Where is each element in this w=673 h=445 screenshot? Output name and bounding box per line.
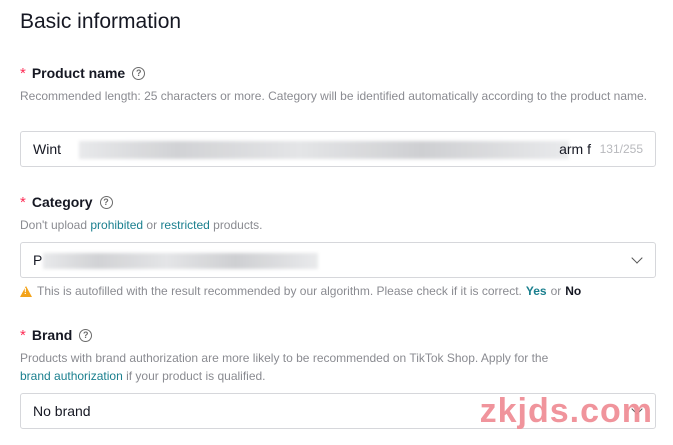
desc-text: Don't upload: [20, 218, 88, 232]
autofill-notice-text: This is autofilled with the result recom…: [37, 284, 522, 298]
help-icon[interactable]: ?: [132, 66, 146, 80]
brand-description: Products with brand authorization are mo…: [20, 349, 656, 385]
category-select[interactable]: P: [20, 242, 656, 278]
brand-desc-line1: Products with brand authorization are mo…: [20, 351, 549, 365]
restricted-link[interactable]: restricted: [160, 218, 209, 232]
redacted-text-blur: [79, 141, 569, 159]
category-section: * Category ? Don't upload prohibited or …: [20, 192, 656, 298]
product-name-label-row: * Product name ?: [20, 63, 656, 83]
product-name-description: Recommended length: 25 characters or mor…: [20, 89, 647, 103]
category-label: Category: [31, 194, 93, 210]
yes-link[interactable]: Yes: [526, 284, 547, 298]
redacted-text-blur: [43, 253, 318, 269]
desc-text: or: [146, 218, 158, 232]
prohibited-link[interactable]: prohibited: [90, 218, 143, 232]
autofill-notice: This is autofilled with the result recom…: [20, 284, 581, 298]
help-icon[interactable]: ?: [99, 195, 113, 209]
category-description: Don't upload prohibited or restricted pr…: [20, 216, 656, 234]
warning-icon: [20, 285, 32, 297]
help-icon[interactable]: ?: [79, 328, 93, 342]
brand-authorization-link[interactable]: brand authorization: [20, 369, 123, 383]
desc-text: products.: [213, 218, 263, 232]
character-counter: 131/255: [599, 142, 643, 156]
required-mark: *: [20, 64, 26, 82]
desc-text: if your product is qualified.: [126, 369, 266, 383]
product-name-input[interactable]: Wint arm f 131/255: [20, 131, 656, 167]
page-title: Basic information: [20, 10, 182, 33]
brand-desc-line2: brand authorization if your product is q…: [20, 367, 656, 385]
chevron-down-icon[interactable]: [631, 252, 643, 264]
required-mark: *: [20, 193, 26, 211]
brand-label-row: * Brand ?: [20, 325, 656, 345]
no-link[interactable]: No: [565, 284, 581, 298]
product-name-value-end: arm f: [559, 141, 591, 157]
watermark: zkjds.com: [479, 392, 653, 430]
required-mark: *: [20, 326, 26, 344]
category-value-start: P: [33, 252, 43, 268]
or-text: or: [550, 284, 562, 298]
product-name-section: * Product name ? Recommended length: 25 …: [20, 63, 656, 167]
brand-label: Brand: [31, 327, 73, 343]
brand-value: No brand: [33, 403, 91, 419]
brand-section: * Brand ? Products with brand authorizat…: [20, 325, 656, 429]
category-label-row: * Category ?: [20, 192, 656, 212]
product-name-value-start: Wint: [33, 141, 61, 157]
product-name-label: Product name: [31, 65, 126, 81]
